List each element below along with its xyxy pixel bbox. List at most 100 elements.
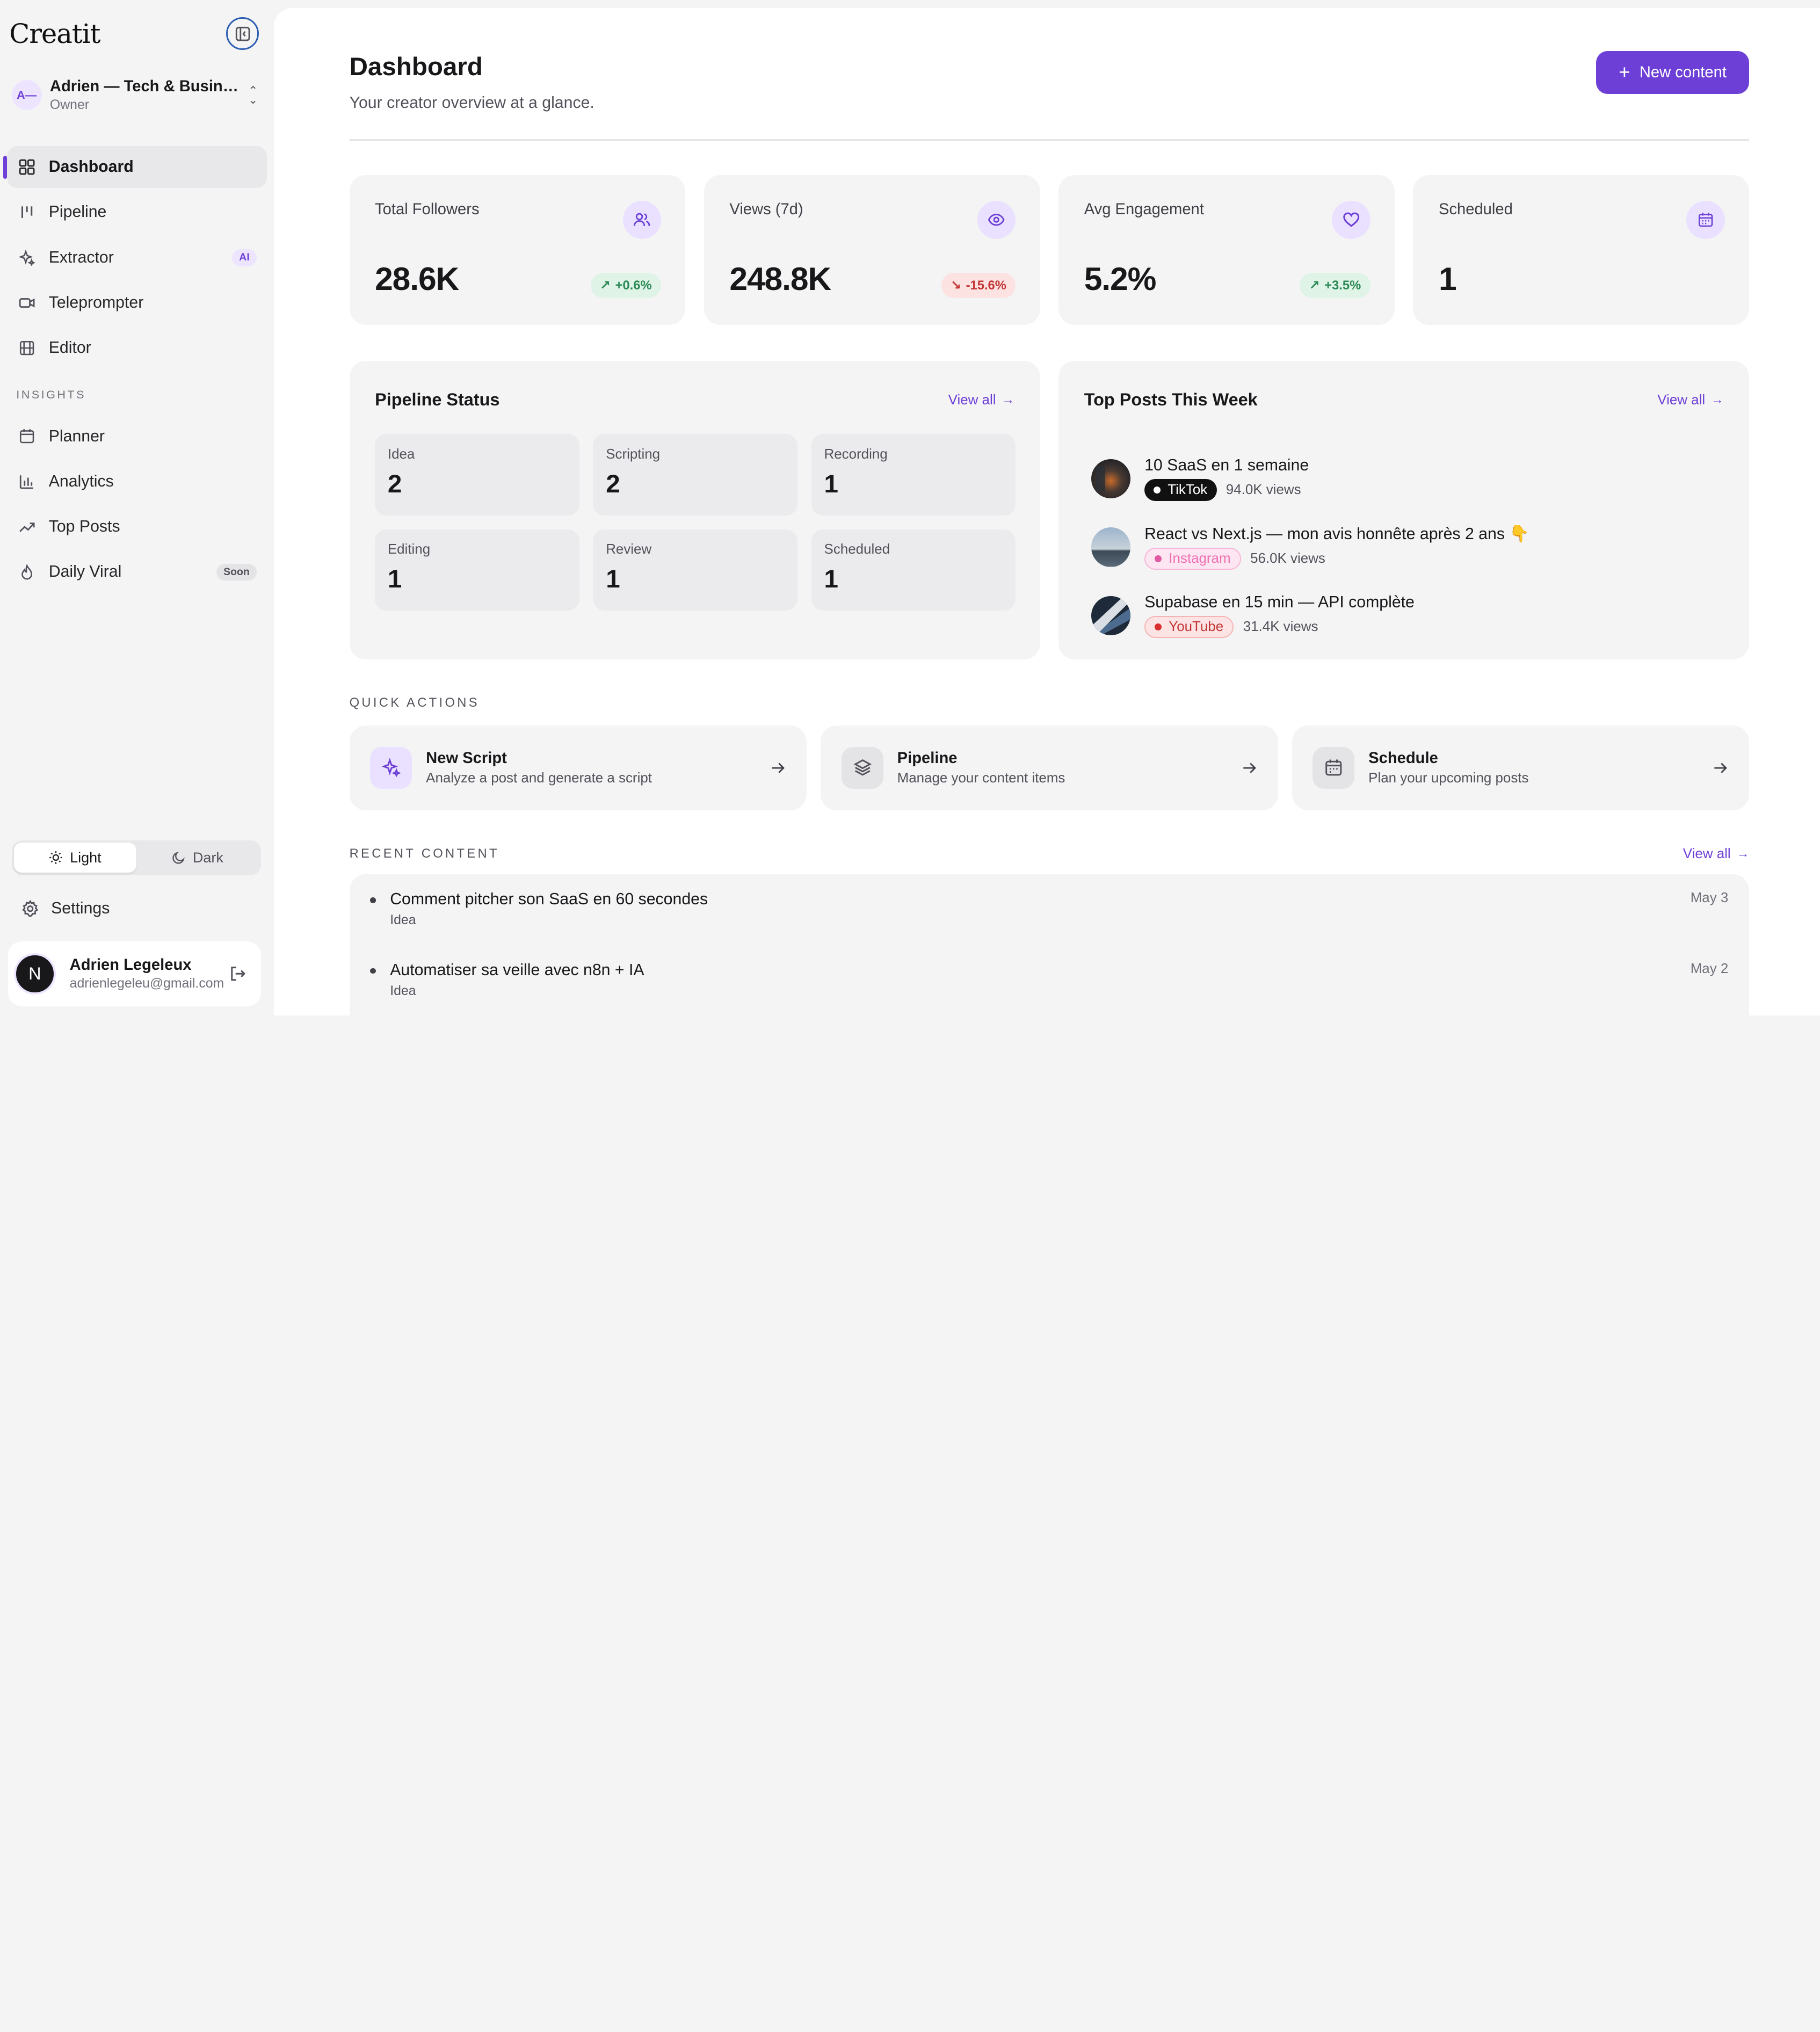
content-date: May 3: [1690, 890, 1729, 905]
arrow-right-icon: [1712, 760, 1728, 776]
stage-name: Idea: [387, 447, 415, 462]
theme-dark-button[interactable]: Dark: [136, 843, 259, 873]
stage-count: 2: [606, 470, 620, 499]
theme-light-label: Light: [70, 849, 101, 866]
user-card: N Adrien Legeleux adrienlegeleu@gmail.co…: [8, 941, 262, 1006]
stage-count: 1: [387, 565, 402, 594]
pipeline-view-all-link[interactable]: View all →: [948, 393, 1014, 408]
workspace-name: Adrien — Tech & Business: [49, 77, 244, 95]
stats-row: Total Followers 28.6K ↗ +0.6% Views (7d) …: [349, 175, 1750, 325]
stage-count: 1: [824, 470, 838, 499]
list-item[interactable]: React vs Next.js — mon avis honnête aprè…: [1091, 513, 1529, 582]
chevron-up-down-icon: ⌃ ⌄: [248, 83, 258, 107]
sidebar: Creatit A— Adrien — Tech & Business Owne…: [0, 0, 274, 1015]
arrow-right-icon: →: [1736, 846, 1750, 861]
quick-action-pipeline[interactable]: Pipeline Manage your content items: [821, 725, 1278, 810]
platform-dot: [1155, 555, 1162, 563]
panel-title: Top Posts This Week: [1084, 390, 1258, 410]
content-title: Automatiser sa veille avec n8n + IA: [390, 961, 644, 979]
stage-card[interactable]: Scheduled 1: [811, 529, 1016, 611]
nav-label: Pipeline: [48, 203, 107, 221]
trending-down-icon: ↘: [951, 278, 961, 293]
content-stage: Idea: [390, 913, 416, 928]
platform-label: YouTube: [1169, 619, 1224, 635]
nav-item-pipeline[interactable]: Pipeline: [7, 192, 267, 234]
video-icon: [17, 294, 36, 313]
view-all-label: View all: [1683, 846, 1731, 861]
quick-action-new-script[interactable]: New Script Analyze a post and generate a…: [349, 725, 807, 810]
top-posts-list: 10 SaaS en 1 semaine TikTok 94.0K views …: [1091, 445, 1529, 650]
list-item[interactable]: 10 SaaS en 1 semaine TikTok 94.0K views: [1091, 445, 1529, 513]
recent-content-label: RECENT CONTENT: [349, 846, 499, 861]
user-avatar[interactable]: N: [13, 953, 56, 995]
nav-label: Extractor: [48, 248, 114, 266]
calendar-icon: [1313, 746, 1355, 789]
stat-label: Views (7d): [729, 200, 803, 218]
nav-item-top-posts[interactable]: Top Posts: [7, 506, 267, 548]
nav-item-analytics[interactable]: Analytics: [7, 461, 267, 503]
settings-link[interactable]: Settings: [12, 891, 262, 926]
stage-name: Scheduled: [824, 542, 890, 557]
users-icon: [622, 200, 661, 240]
moon-icon: [172, 851, 186, 865]
post-title: Supabase en 15 min — API complète: [1144, 593, 1415, 611]
nav-item-extractor[interactable]: Extractor AI: [7, 237, 267, 279]
content-date: May 2: [1690, 961, 1729, 976]
quick-action-desc: Analyze a post and generate a script: [426, 770, 652, 786]
stage-count: 1: [606, 565, 620, 594]
stage-name: Review: [606, 542, 652, 557]
recent-view-all-link[interactable]: View all →: [1683, 846, 1749, 862]
theme-toggle: Light Dark: [11, 840, 262, 875]
stage-card[interactable]: Review 1: [593, 529, 797, 611]
stat-value: 28.6K: [375, 260, 459, 297]
top-posts-view-all-link[interactable]: View all →: [1657, 393, 1723, 408]
quick-action-title: Pipeline: [897, 749, 958, 767]
nav-item-daily-viral[interactable]: Daily Viral Soon: [7, 551, 267, 593]
app-root: Creatit A— Adrien — Tech & Business Owne…: [0, 0, 1820, 1016]
workspace-switcher[interactable]: A— Adrien — Tech & Business Owner ⌃ ⌄: [7, 67, 267, 123]
arrow-right-icon: [770, 760, 786, 776]
workspace-role: Owner: [49, 97, 90, 112]
logout-icon[interactable]: [229, 965, 248, 982]
stage-count: 1: [824, 565, 838, 594]
primary-nav: Dashboard Pipeline Extractor AI Teleprom…: [3, 146, 267, 593]
flame-icon: [17, 563, 36, 582]
film-icon: [17, 339, 36, 358]
list-item[interactable]: Automatiser sa veille avec n8n + IA Idea…: [350, 945, 1750, 1015]
stat-label: Scheduled: [1439, 200, 1513, 218]
eye-icon: [977, 200, 1016, 240]
pipeline-status-panel: Pipeline Status View all → Idea 2 Scriptin…: [349, 361, 1040, 659]
arrow-right-icon: →: [1002, 393, 1015, 408]
page-title: Dashboard: [349, 53, 483, 82]
nav-label: Editor: [48, 339, 91, 357]
platform-badge-instagram: Instagram: [1144, 548, 1241, 570]
stage-card[interactable]: Idea 2: [375, 434, 579, 516]
stat-value: 5.2%: [1084, 260, 1157, 297]
nav-item-editor[interactable]: Editor: [7, 327, 267, 369]
sparkles-icon: [17, 248, 36, 267]
collapse-sidebar-button[interactable]: [226, 17, 259, 50]
theme-light-button[interactable]: Light: [13, 843, 136, 873]
stat-value: 248.8K: [729, 260, 831, 297]
nav-item-teleprompter[interactable]: Teleprompter: [7, 282, 267, 324]
platform-dot: [1155, 623, 1162, 631]
platform-dot: [1154, 487, 1161, 494]
nav-item-dashboard[interactable]: Dashboard: [3, 146, 267, 188]
insights-section-label: INSIGHTS: [16, 387, 86, 401]
nav-item-planner[interactable]: Planner: [7, 416, 267, 458]
list-item[interactable]: Comment pitcher son SaaS en 60 secondes …: [350, 874, 1750, 945]
stage-card[interactable]: Editing 1: [375, 529, 579, 611]
calendar-icon: [1686, 200, 1725, 240]
trending-up-icon: ↗: [1309, 278, 1320, 293]
stage-card[interactable]: Recording 1: [811, 434, 1016, 516]
stage-card[interactable]: Scripting 2: [593, 434, 797, 516]
new-content-button[interactable]: + New content: [1596, 51, 1750, 95]
post-views: 31.4K views: [1243, 619, 1318, 635]
stat-card-scheduled: Scheduled 1: [1413, 175, 1750, 325]
grid-icon: [17, 158, 36, 177]
post-views: 94.0K views: [1226, 482, 1301, 498]
quick-action-schedule[interactable]: Schedule Plan your upcoming posts: [1292, 725, 1750, 810]
theme-dark-label: Dark: [192, 849, 223, 866]
brand-row: Creatit: [7, 0, 267, 67]
list-item[interactable]: Supabase en 15 min — API complète YouTub…: [1091, 582, 1529, 650]
